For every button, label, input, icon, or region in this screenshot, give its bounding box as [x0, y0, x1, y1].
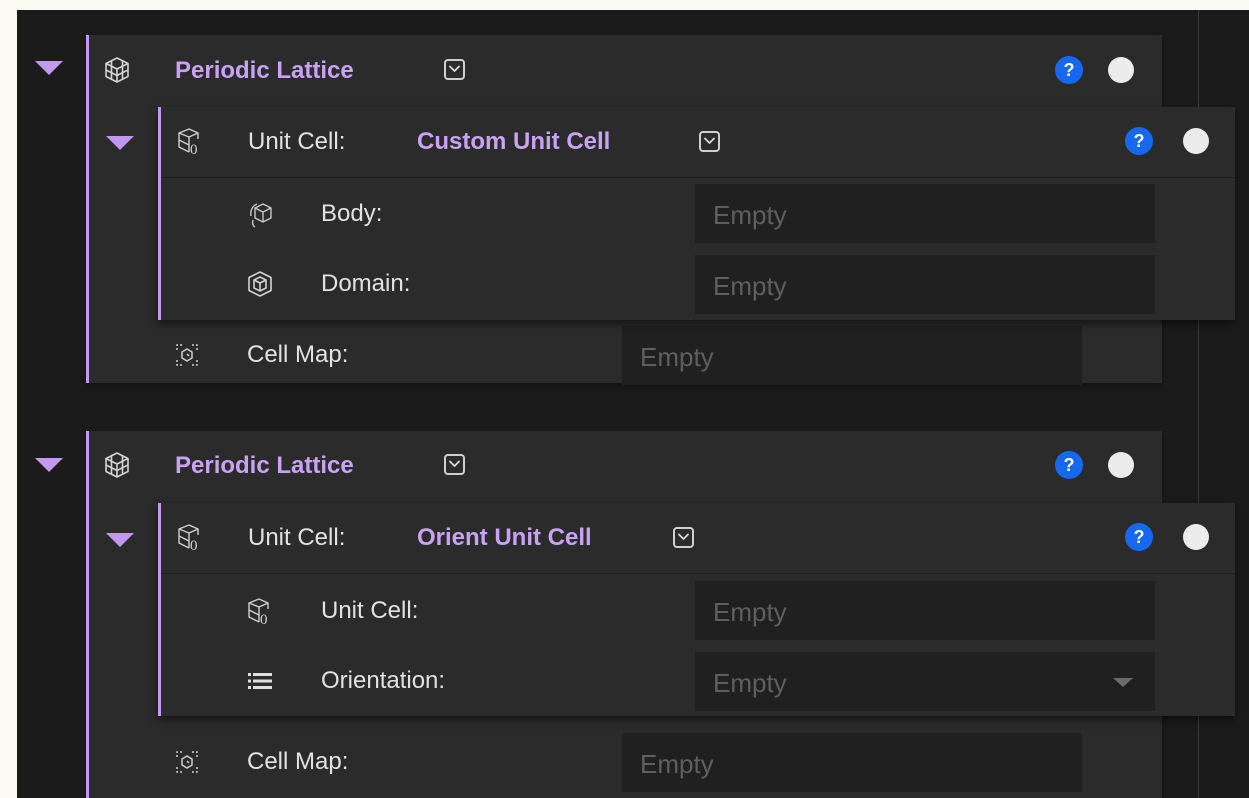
cell-map-label: Cell Map: — [247, 748, 349, 775]
cell-map-field[interactable]: Empty — [622, 326, 1082, 385]
cell-map-field[interactable]: Empty — [622, 733, 1082, 792]
status-dot[interactable] — [1183, 128, 1209, 154]
list-icon — [246, 667, 274, 695]
help-icon[interactable]: ? — [1055, 451, 1083, 479]
status-dot[interactable] — [1183, 524, 1209, 550]
status-dot[interactable] — [1108, 452, 1134, 478]
workspace-canvas: Periodic Lattice ? Cell Map: Empty Unit … — [17, 10, 1249, 798]
domain-field[interactable]: Empty — [695, 255, 1155, 314]
unit-cell-type-dropdown-button[interactable] — [673, 527, 694, 548]
help-icon[interactable]: ? — [1125, 127, 1153, 155]
unit-cell-type-dropdown-button[interactable] — [699, 131, 720, 152]
unit-cell-icon — [246, 597, 274, 625]
domain-label: Domain: — [321, 270, 411, 297]
lattice-title: Periodic Lattice — [175, 57, 354, 84]
help-icon[interactable]: ? — [1055, 56, 1083, 84]
cell-map-icon — [173, 341, 201, 369]
unit-cell-label: Unit Cell: — [248, 524, 346, 551]
cell-map-icon — [173, 748, 201, 776]
status-dot[interactable] — [1108, 57, 1134, 83]
help-icon[interactable]: ? — [1125, 523, 1153, 551]
unit-cell-icon — [176, 523, 204, 551]
collapse-toggle-lattice-1[interactable] — [35, 61, 63, 75]
lattice-type-dropdown-button[interactable] — [444, 454, 465, 475]
unit-cell-label: Unit Cell: — [248, 128, 346, 155]
unit-cell-type: Custom Unit Cell — [417, 128, 611, 155]
unit-cell-input-label: Unit Cell: — [321, 597, 419, 624]
chevron-down-icon — [1113, 678, 1133, 687]
collapse-toggle-unit-cell-1[interactable] — [106, 136, 134, 150]
unit-cell-input-field[interactable]: Empty — [695, 581, 1155, 640]
body-label: Body: — [321, 200, 383, 227]
unit-cell-panel-1: Unit Cell: Custom Unit Cell ? Body: Empt… — [158, 107, 1235, 320]
domain-box-icon — [246, 270, 274, 298]
unit-cell-icon — [176, 127, 204, 155]
lattice-cube-icon — [103, 451, 131, 479]
divider — [161, 573, 1235, 574]
orientation-value: Empty — [713, 668, 787, 698]
cell-map-label: Cell Map: — [247, 341, 349, 368]
lattice-title: Periodic Lattice — [175, 452, 354, 479]
body-field[interactable]: Empty — [695, 184, 1155, 243]
unit-cell-type: Orient Unit Cell — [417, 524, 592, 551]
lattice-type-dropdown-button[interactable] — [444, 59, 465, 80]
unit-cell-panel-2: Unit Cell: Orient Unit Cell ? Unit Cell:… — [158, 503, 1235, 716]
collapse-toggle-lattice-2[interactable] — [35, 458, 63, 472]
orientation-select[interactable]: Empty — [695, 652, 1155, 711]
lattice-cube-icon — [103, 56, 131, 84]
collapse-toggle-unit-cell-2[interactable] — [106, 533, 134, 547]
body-icon — [246, 200, 274, 228]
orientation-label: Orientation: — [321, 667, 446, 694]
divider — [161, 177, 1235, 178]
